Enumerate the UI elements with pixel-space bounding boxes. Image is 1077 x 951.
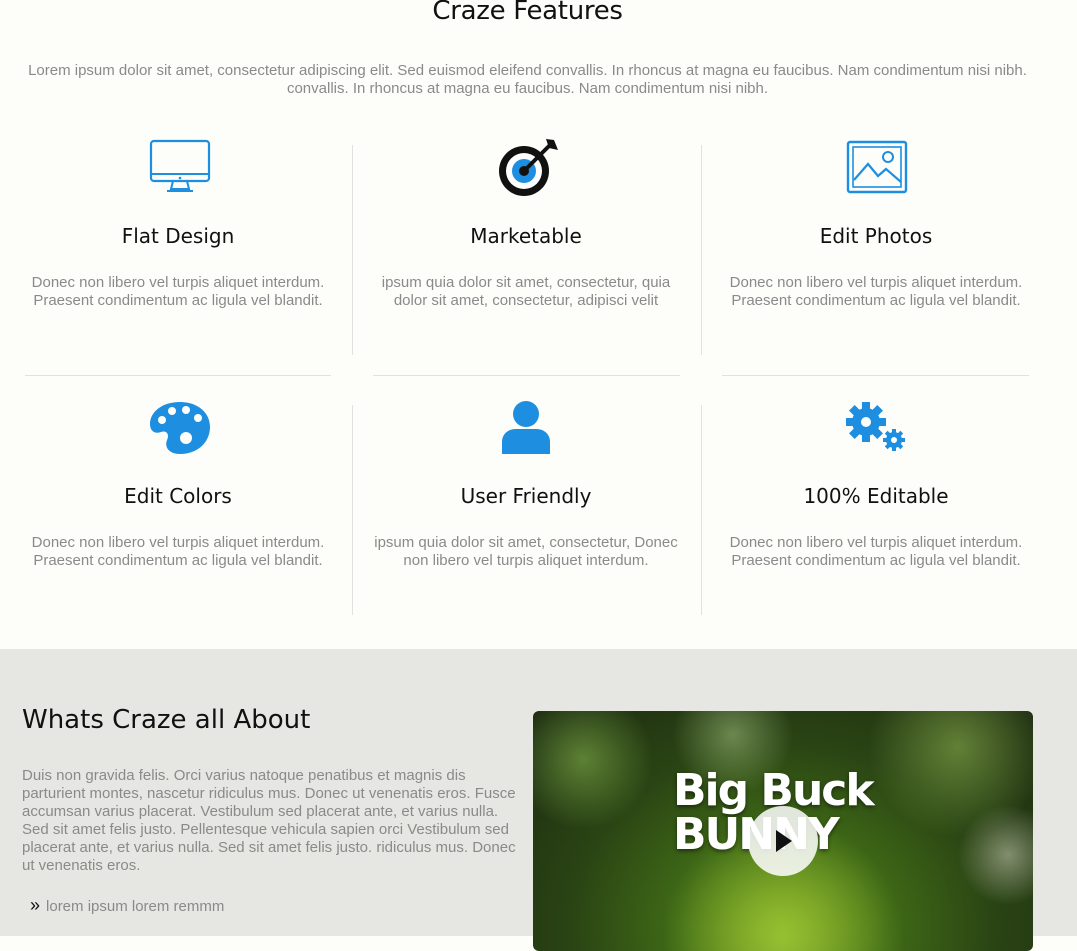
monitor-icon [148,136,212,200]
feature-text: Donec non libero vel turpis aliquet inte… [729,534,1023,569]
feature-text: Donec non libero vel turpis aliquet inte… [31,534,325,569]
feature-card-flat-design: Flat Design Donec non libero vel turpis … [8,136,348,366]
palette-icon [148,396,212,460]
gears-icon [846,396,910,460]
feature-card-edit-photos: Edit Photos Donec non libero vel turpis … [706,136,1046,366]
features-intro: Lorem ipsum dolor sit amet, consectetur … [28,62,1027,97]
bullet-text: lorem ipsum lorem remmm [46,898,225,915]
feature-title: Marketable [470,224,582,248]
feature-title: 100% Editable [803,484,949,508]
video-player[interactable]: Big Buck BUNNY [533,711,1033,951]
row-divider [722,375,1029,376]
feature-card-user-friendly: User Friendly ipsum quia dolor sit amet,… [356,396,696,626]
feature-title: Flat Design [121,224,235,248]
feature-card-marketable: Marketable ipsum quia dolor sit amet, co… [356,136,696,366]
bullet-marker: » [30,895,41,915]
feature-text: ipsum quia dolor sit amet, consectetur, … [381,274,671,309]
image-icon [846,136,910,200]
column-divider [352,145,353,355]
features-section: Craze Features Lorem ipsum dolor sit ame… [0,0,1077,649]
features-title: Craze Features [432,0,623,26]
feature-text: Donec non libero vel turpis aliquet inte… [729,274,1023,309]
feature-card-100-editable: 100% Editable Donec non libero vel turpi… [706,396,1046,626]
feature-text: Donec non libero vel turpis aliquet inte… [31,274,325,309]
column-divider [701,145,702,355]
feature-title: User Friendly [460,484,592,508]
about-text: Duis non gravida felis. Orci varius nato… [22,767,516,874]
feature-card-edit-colors: Edit Colors Donec non libero vel turpis … [8,396,348,626]
about-section: Whats Craze all About Duis non gravida f… [0,649,1077,951]
target-icon [496,136,560,200]
row-divider [25,375,331,376]
row-divider [373,375,680,376]
feature-title: Edit Colors [124,484,232,508]
feature-title: Edit Photos [819,224,933,248]
about-title: Whats Craze all About [22,705,311,735]
play-button[interactable] [748,806,818,876]
about-bullet-item: » lorem ipsum lorem remmm [30,895,224,916]
user-icon [496,396,560,460]
column-divider [701,405,702,615]
feature-text: ipsum quia dolor sit amet, consectetur, … [374,534,678,569]
column-divider [352,405,353,615]
